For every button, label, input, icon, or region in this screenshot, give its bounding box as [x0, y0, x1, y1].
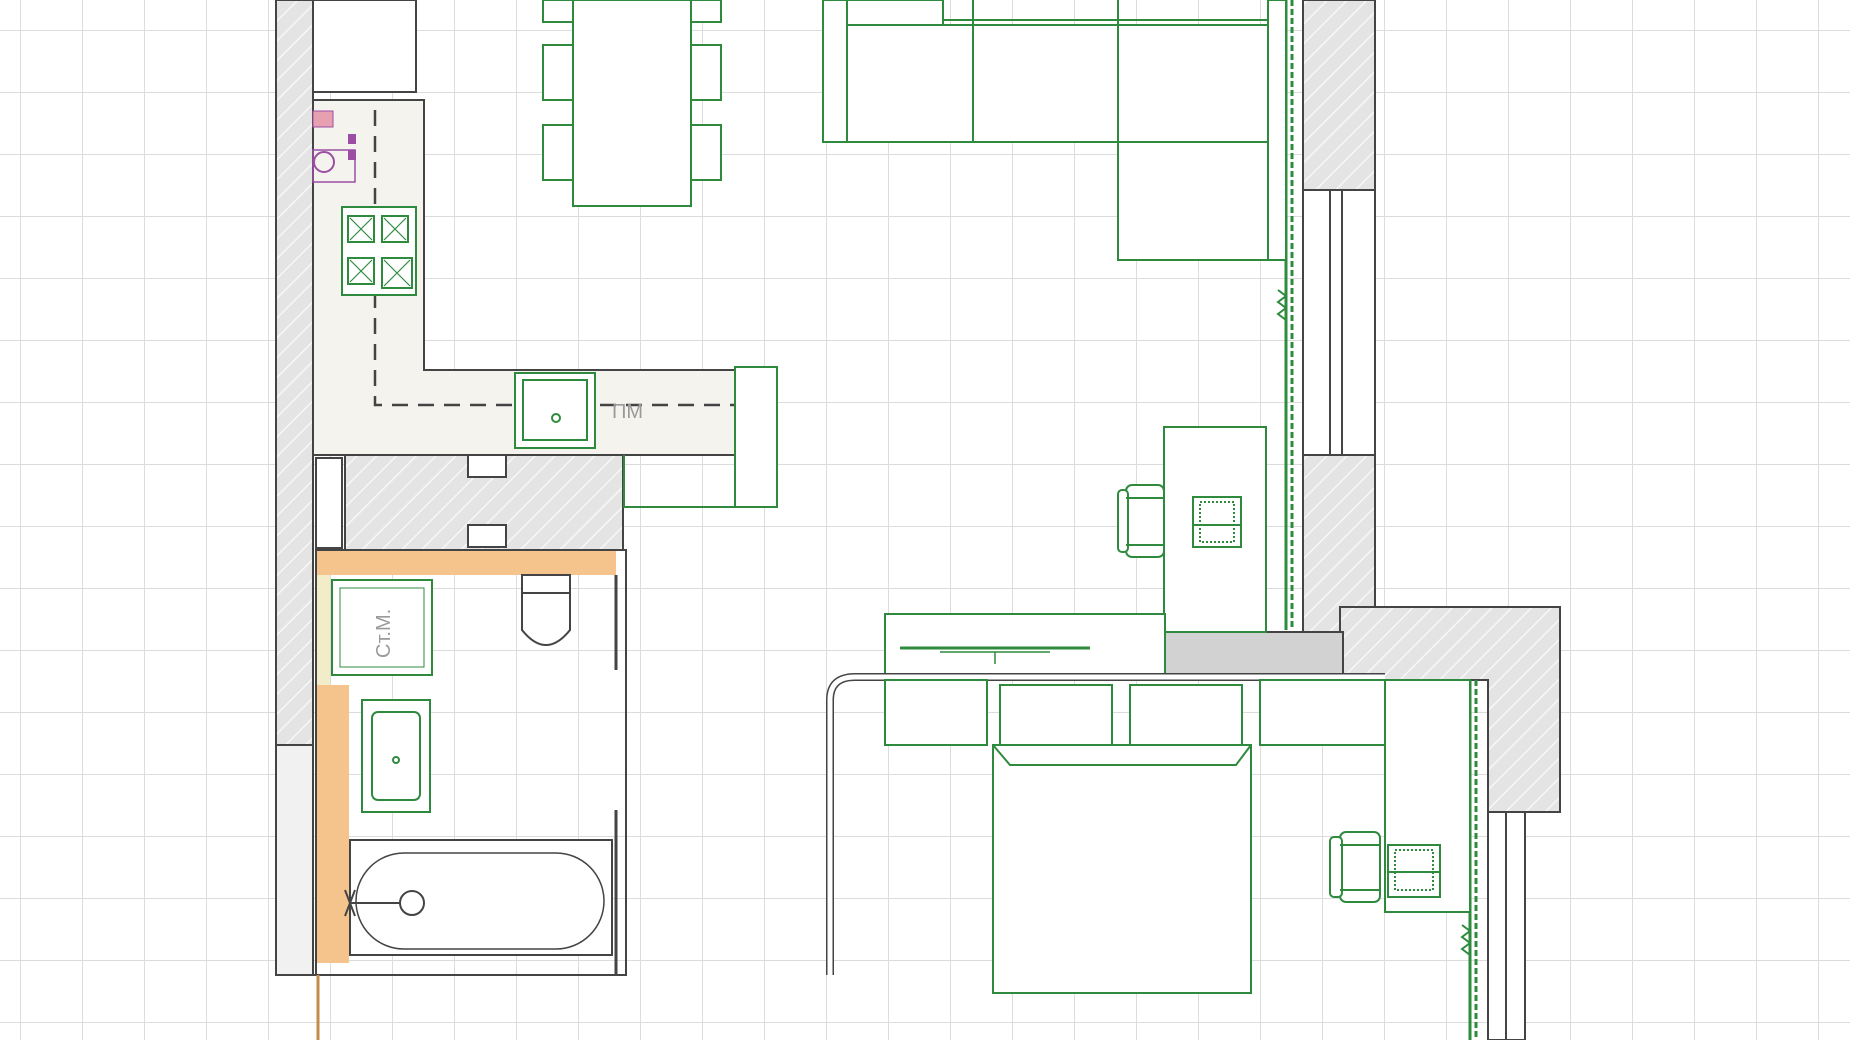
sink-icon	[361, 699, 431, 813]
chair	[542, 124, 574, 181]
washing-machine-label: Ст.М.	[373, 609, 395, 658]
column	[1164, 631, 1344, 678]
wall-top-left	[312, 0, 417, 93]
laptop-icon	[1192, 496, 1242, 548]
chair	[542, 0, 574, 23]
chair	[690, 44, 722, 101]
bath-tile-top	[316, 550, 616, 575]
window-living	[1302, 189, 1376, 456]
laptop-icon	[1387, 844, 1441, 898]
doorway-left	[315, 457, 343, 549]
office-chair-icon	[1117, 484, 1165, 558]
bath-tile-left	[316, 685, 349, 963]
door-stop-bottom	[467, 524, 507, 548]
wardrobe	[1259, 679, 1386, 746]
chair	[690, 0, 722, 23]
wall-right-upper	[1302, 0, 1376, 191]
dishwasher-label: ПМ	[612, 401, 643, 423]
tv-stand	[884, 613, 1166, 678]
toilet-icon	[521, 574, 571, 646]
wall-left	[275, 0, 314, 746]
kitchen-sink	[514, 372, 596, 449]
chair	[542, 44, 574, 101]
wall-left-lower	[275, 744, 314, 976]
gas-stove-icon	[341, 206, 417, 296]
office-chair-icon	[1329, 831, 1381, 903]
wardrobe	[884, 679, 988, 746]
door-stop-top	[467, 454, 507, 478]
floor-plan: Ст.М. ПМ	[0, 0, 1850, 1040]
chair	[690, 124, 722, 181]
bath-tile-left-upper	[316, 575, 330, 685]
fridge	[734, 366, 778, 508]
